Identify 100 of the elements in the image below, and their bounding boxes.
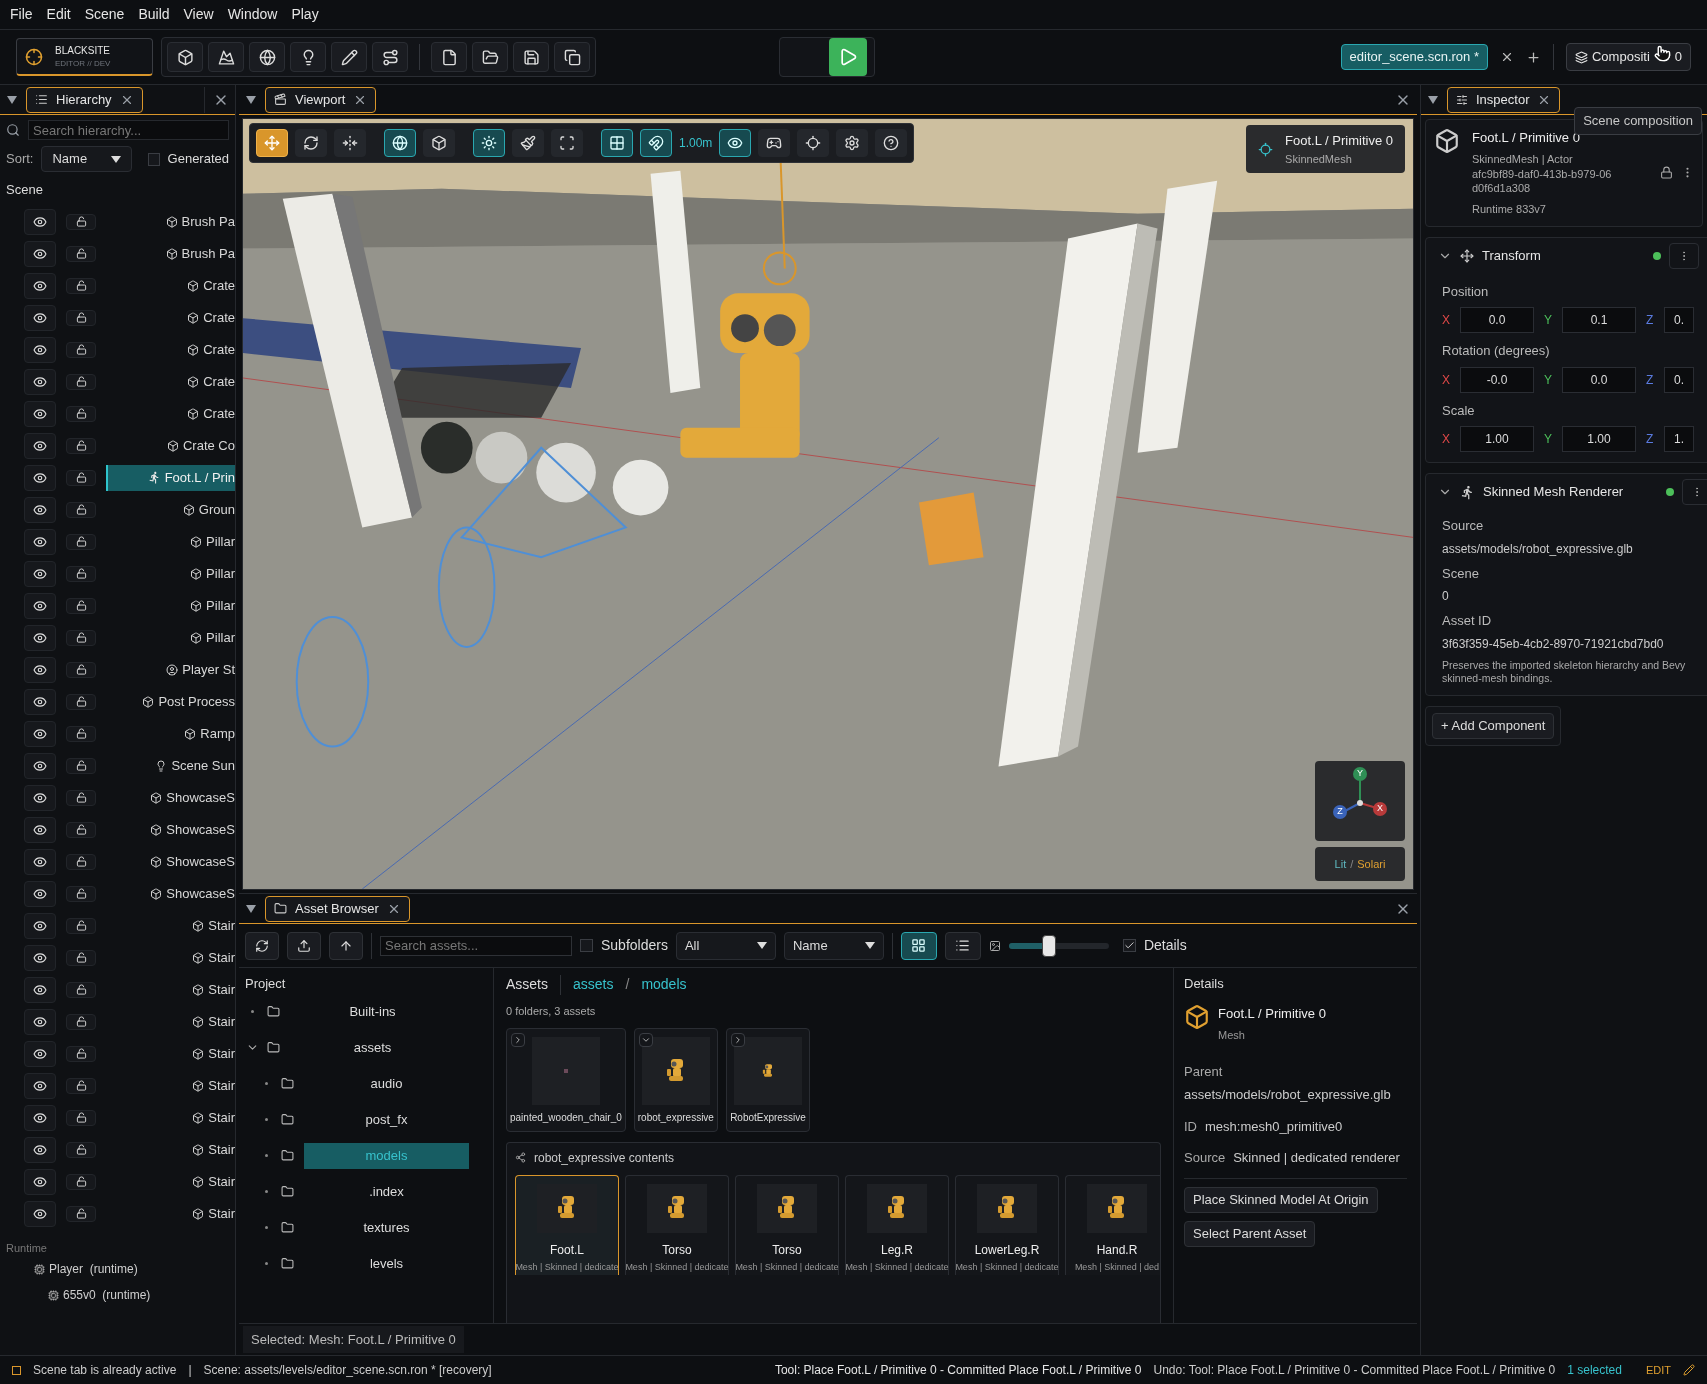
lock-toggle[interactable] xyxy=(66,533,96,550)
lock-toggle[interactable] xyxy=(66,629,96,646)
number-field[interactable]: 1.00 xyxy=(1562,426,1636,452)
mesh-card[interactable]: Torso Mesh | Skinned | dedicate xyxy=(625,1174,729,1275)
hierarchy-item[interactable]: ShowcaseS xyxy=(106,848,235,875)
asset-card[interactable]: robot_expressive xyxy=(633,1027,718,1132)
expand-toggle[interactable] xyxy=(730,1032,745,1047)
hierarchy-item[interactable]: Crate Co xyxy=(106,432,235,459)
number-field[interactable]: 0. xyxy=(1664,307,1694,333)
folder-item[interactable]: models xyxy=(304,1142,469,1169)
visibility-toggle[interactable] xyxy=(24,688,56,715)
visibility-toggle[interactable] xyxy=(24,432,56,459)
settings-button[interactable] xyxy=(836,129,869,157)
hierarchy-item[interactable]: Pillar xyxy=(106,592,235,619)
panel-tab[interactable]: Asset Browser xyxy=(265,895,410,922)
mesh-card[interactable]: Hand.R Mesh | Skinned | ded xyxy=(1065,1174,1160,1275)
hierarchy-item[interactable]: Foot.L / Prin xyxy=(106,464,235,491)
visibility-toggle[interactable] xyxy=(24,336,56,363)
visibility-toggle[interactable] xyxy=(24,208,56,235)
rotate-tool-button[interactable] xyxy=(295,129,327,157)
lock-toggle[interactable] xyxy=(66,1173,96,1190)
folder-item[interactable]: levels xyxy=(304,1250,469,1277)
lock-icon[interactable] xyxy=(1660,166,1673,180)
visibility-toggle[interactable] xyxy=(24,1200,56,1227)
lock-toggle[interactable] xyxy=(66,917,96,934)
hierarchy-item[interactable]: Stair xyxy=(106,1200,235,1227)
hierarchy-item[interactable]: Groun xyxy=(106,496,235,523)
sort-dropdown[interactable]: Name xyxy=(783,931,884,960)
lock-toggle[interactable] xyxy=(66,213,96,230)
axis-label[interactable]: Z xyxy=(1333,805,1347,819)
sort-dropdown[interactable]: Name xyxy=(41,146,132,172)
open-button[interactable] xyxy=(472,42,508,72)
lock-toggle[interactable] xyxy=(66,661,96,678)
details-checkbox[interactable] xyxy=(1122,939,1136,952)
visibility-toggle[interactable] xyxy=(24,1008,56,1035)
hierarchy-item[interactable]: Stair xyxy=(106,944,235,971)
number-field[interactable]: 0. xyxy=(1664,366,1694,393)
menu-item[interactable]: Build xyxy=(138,4,170,25)
folder-item[interactable]: textures xyxy=(304,1214,469,1241)
visibility-toggle[interactable] xyxy=(24,400,56,427)
lock-toggle[interactable] xyxy=(66,821,96,838)
save-button[interactable] xyxy=(513,42,549,72)
new-file-button[interactable] xyxy=(431,42,467,72)
hierarchy-item[interactable]: Crate xyxy=(106,368,235,395)
grid-button[interactable] xyxy=(601,129,633,157)
composition-button[interactable]: Compositi 0 xyxy=(1565,43,1691,71)
visibility-toggle[interactable] xyxy=(24,1040,56,1067)
visibility-toggle[interactable] xyxy=(24,848,56,875)
hierarchy-item[interactable]: Stair xyxy=(106,1072,235,1099)
menu-item[interactable]: View xyxy=(183,4,214,25)
mesh-card[interactable]: Foot.L Mesh | Skinned | dedicate xyxy=(515,1174,619,1275)
action-button[interactable]: Place Skinned Model At Origin xyxy=(1184,1186,1378,1213)
lock-toggle[interactable] xyxy=(66,1141,96,1158)
filter-dropdown[interactable]: All xyxy=(675,931,776,960)
lock-toggle[interactable] xyxy=(66,1109,96,1126)
search-field[interactable]: Search assets... xyxy=(380,935,572,956)
number-field[interactable]: 0.0 xyxy=(1562,366,1636,393)
scale-tool-button[interactable] xyxy=(334,129,366,157)
hierarchy-item[interactable]: Pillar xyxy=(106,528,235,555)
folder-item[interactable]: Built-ins xyxy=(290,998,455,1025)
lock-toggle[interactable] xyxy=(66,341,96,358)
grid-view-button[interactable] xyxy=(900,931,937,960)
visibility-toggle[interactable] xyxy=(24,368,56,395)
hierarchy-item[interactable]: Scene Sun xyxy=(106,752,235,779)
folder-item[interactable]: post_fx xyxy=(304,1106,469,1133)
hierarchy-item[interactable]: Pillar xyxy=(106,560,235,587)
panel-tab[interactable]: Inspector xyxy=(1447,86,1561,113)
runtime-item[interactable]: Player (runtime) xyxy=(49,1260,138,1278)
number-field[interactable]: 1.00 xyxy=(1460,426,1534,452)
visibility-toggle[interactable] xyxy=(24,560,56,587)
visibility-toggle[interactable] xyxy=(24,304,56,331)
render-mode[interactable]: Solari xyxy=(1357,855,1386,873)
visibility-toggle[interactable] xyxy=(24,752,56,779)
lock-toggle[interactable] xyxy=(66,501,96,518)
expand-toggle[interactable] xyxy=(511,1032,525,1047)
folder-item[interactable]: .index xyxy=(304,1178,469,1205)
lock-toggle[interactable] xyxy=(66,1205,96,1222)
hierarchy-item[interactable]: Post Process xyxy=(106,688,235,715)
visibility-toggle[interactable] xyxy=(24,272,56,299)
mesh-card[interactable]: Torso Mesh | Skinned | dedicate xyxy=(735,1174,839,1275)
duplicate-button[interactable] xyxy=(554,42,590,72)
folder-item[interactable]: assets xyxy=(290,1034,455,1061)
breadcrumb-link[interactable]: assets xyxy=(573,974,614,995)
subfolders-checkbox[interactable] xyxy=(580,939,593,952)
lock-toggle[interactable] xyxy=(66,693,96,710)
visibility-toggle[interactable] xyxy=(24,1104,56,1131)
axis-label[interactable]: X xyxy=(1373,802,1387,816)
edit-button[interactable] xyxy=(331,42,367,72)
lock-toggle[interactable] xyxy=(66,981,96,998)
visibility-toggle[interactable] xyxy=(24,464,56,491)
number-field[interactable]: -0.0 xyxy=(1460,366,1534,393)
search-field[interactable]: Search hierarchy... xyxy=(28,120,229,140)
runtime-item[interactable]: 655v0 (runtime) xyxy=(63,1286,151,1304)
hierarchy-item[interactable]: Stair xyxy=(106,1136,235,1163)
lock-toggle[interactable] xyxy=(66,725,96,742)
asset-card[interactable]: RobotExpressive xyxy=(725,1027,810,1132)
lock-toggle[interactable] xyxy=(66,437,96,454)
hierarchy-item[interactable]: Stair xyxy=(106,912,235,939)
hierarchy-item[interactable]: Stair xyxy=(106,1104,235,1131)
generated-checkbox[interactable] xyxy=(147,152,160,166)
